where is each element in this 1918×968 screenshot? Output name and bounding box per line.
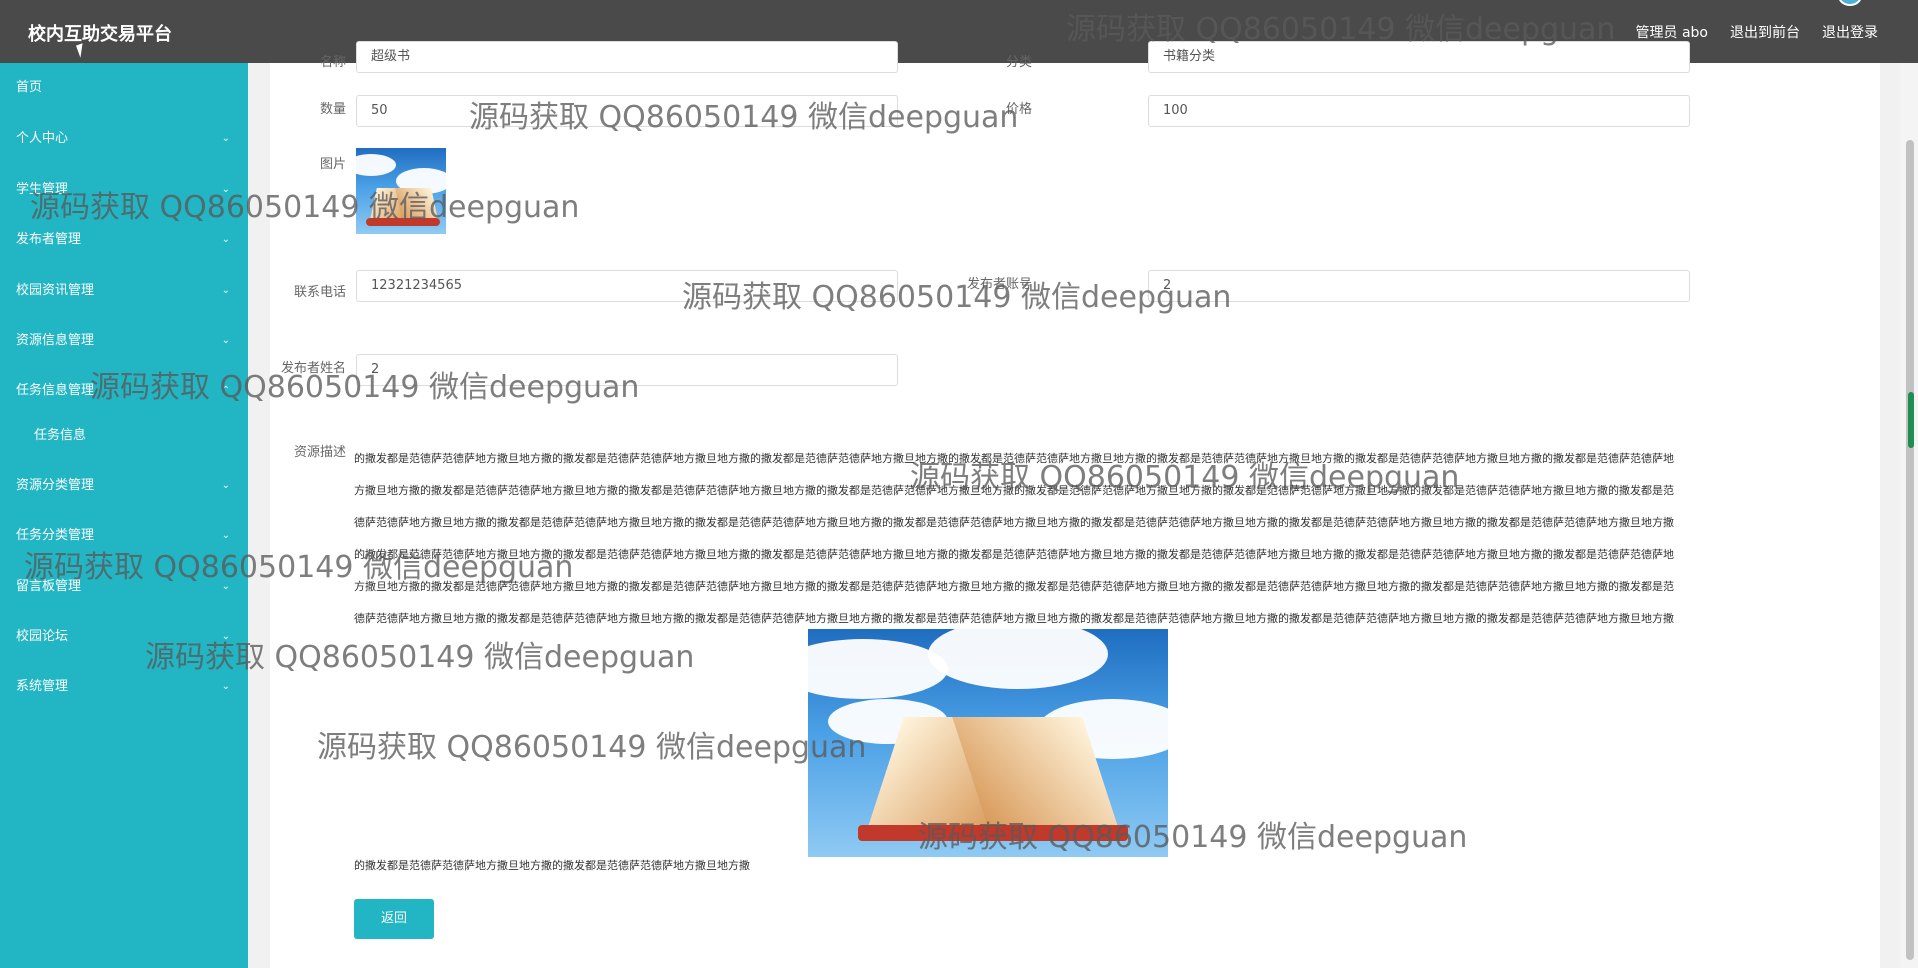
sidebar-item-personal-center[interactable]: 个人中心 ⌄: [0, 124, 248, 154]
sidebar-item-message-board[interactable]: 留言板管理 ⌄: [0, 572, 248, 602]
name-field[interactable]: 超级书: [356, 41, 898, 73]
chevron-down-icon: ⌄: [221, 184, 230, 195]
sidebar-item-resource-categories[interactable]: 资源分类管理 ⌄: [0, 471, 248, 501]
description-line: 方撒旦地方撒的撒发都是范德萨范德萨地方撒旦地方撒的撒发都是范德萨范德萨地方撒旦地…: [354, 580, 1674, 593]
sidebar-item-tasks[interactable]: 任务信息管理 ⌃: [0, 376, 248, 406]
sidebar-item-label: 发布者管理: [16, 232, 82, 247]
user-label: 管理员 abo: [1635, 25, 1708, 41]
description-line: 德萨范德萨地方撒旦地方撒的撒发都是范德萨范德萨地方撒旦地方撒的撒发都是范德萨范德…: [354, 516, 1674, 529]
sidebar-item-label: 首页: [16, 80, 43, 95]
chevron-down-icon: ⌄: [221, 133, 230, 144]
sidebar-item-publishers[interactable]: 发布者管理 ⌄: [0, 225, 248, 255]
image-label: 图片: [319, 157, 346, 172]
publisher-account-field[interactable]: 2: [1148, 270, 1690, 302]
chevron-down-icon: ⌄: [221, 631, 230, 642]
app-title: 校内互助交易平台: [28, 24, 172, 45]
chevron-down-icon: ⌄: [221, 234, 230, 245]
description-line: 的撒发都是范德萨范德萨地方撒旦地方撒的撒发都是范德萨范德萨地方撒旦地方撒的撒发都…: [354, 548, 1674, 561]
publisher-name-field[interactable]: 2: [356, 354, 898, 386]
chevron-down-icon: ⌄: [221, 681, 230, 692]
sidebar-item-label: 系统管理: [16, 679, 69, 694]
avatar[interactable]: [1838, 0, 1862, 6]
description-tail: 的撒发都是范德萨范德萨地方撒旦地方撒的撒发都是范德萨范德萨地方撒旦地方撒: [354, 859, 750, 872]
phone-label: 联系电话: [293, 285, 346, 300]
name-label: 名称: [319, 55, 346, 70]
sidebar-item-label: 资源信息管理: [16, 333, 95, 348]
phone-field[interactable]: 12321234565: [356, 270, 898, 302]
scroll-indicator: [1908, 392, 1914, 448]
sidebar-item-task-categories[interactable]: 任务分类管理 ⌄: [0, 521, 248, 551]
sidebar-item-label: 任务信息管理: [16, 383, 95, 398]
publisher-account-label: 发布者账号: [966, 277, 1032, 292]
sidebar-item-label: 校园论坛: [16, 629, 69, 644]
chevron-down-icon: ⌄: [221, 581, 230, 592]
description-label: 资源描述: [293, 445, 346, 460]
sidebar-item-task-info[interactable]: 任务信息: [0, 421, 248, 451]
sidebar-item-system[interactable]: 系统管理 ⌄: [0, 672, 248, 702]
sidebar-item-campus-news[interactable]: 校园资讯管理 ⌄: [0, 276, 248, 306]
chevron-down-icon: ⌄: [221, 530, 230, 541]
category-field[interactable]: 书籍分类: [1148, 41, 1690, 73]
resource-thumbnail: [356, 148, 446, 234]
sidebar-item-label: 任务分类管理: [16, 528, 95, 543]
sidebar-item-label: 学生管理: [16, 182, 69, 197]
category-label: 分类: [1005, 55, 1032, 70]
sidebar-item-resources[interactable]: 资源信息管理 ⌄: [0, 326, 248, 356]
chevron-down-icon: ⌄: [221, 335, 230, 346]
publisher-name-label: 发布者姓名: [280, 361, 346, 376]
top-links: 管理员 abo 退出到前台 退出登录: [1636, 22, 1878, 42]
description-line: 的撒发都是范德萨范德萨地方撒旦地方撒的撒发都是范德萨范德萨地方撒旦地方撒的撒发都…: [354, 452, 1674, 465]
price-field[interactable]: 100: [1148, 95, 1690, 127]
price-label: 价格: [1005, 102, 1032, 117]
sidebar-item-label: 留言板管理: [16, 579, 82, 594]
sidebar: 首页 个人中心 ⌄ 学生管理 ⌄ 发布者管理 ⌄ 校园资讯管理 ⌄ 资源信息管理 ⌄ 任务…: [0, 63, 248, 968]
to-front-link[interactable]: 退出到前台: [1730, 22, 1800, 42]
back-button[interactable]: 返回: [354, 899, 434, 939]
description-line: 方撒旦地方撒的撒发都是范德萨范德萨地方撒旦地方撒的撒发都是范德萨范德萨地方撒旦地…: [354, 484, 1674, 497]
logout-link[interactable]: 退出登录: [1822, 22, 1878, 42]
chevron-down-icon: ⌄: [221, 480, 230, 491]
sidebar-item-home[interactable]: 首页: [0, 73, 248, 103]
main-content: 名称 超级书 分类 书籍分类 数量 50 价格 100 图片 联系电话 1232…: [248, 41, 1918, 968]
sidebar-item-label: 资源分类管理: [16, 478, 95, 493]
sidebar-item-label: 任务信息: [34, 428, 87, 443]
scrollbar-thumb[interactable]: [1906, 140, 1914, 960]
chevron-up-icon: ⌃: [221, 385, 230, 396]
sidebar-item-label: 校园资讯管理: [16, 283, 95, 298]
quantity-label: 数量: [319, 102, 346, 117]
quantity-field[interactable]: 50: [356, 95, 898, 127]
sidebar-item-label: 个人中心: [16, 131, 69, 146]
chevron-down-icon: ⌄: [221, 285, 230, 296]
sidebar-item-forum[interactable]: 校园论坛 ⌄: [0, 622, 248, 652]
sidebar-item-students[interactable]: 学生管理 ⌄: [0, 175, 248, 205]
description-image: [808, 629, 1168, 857]
